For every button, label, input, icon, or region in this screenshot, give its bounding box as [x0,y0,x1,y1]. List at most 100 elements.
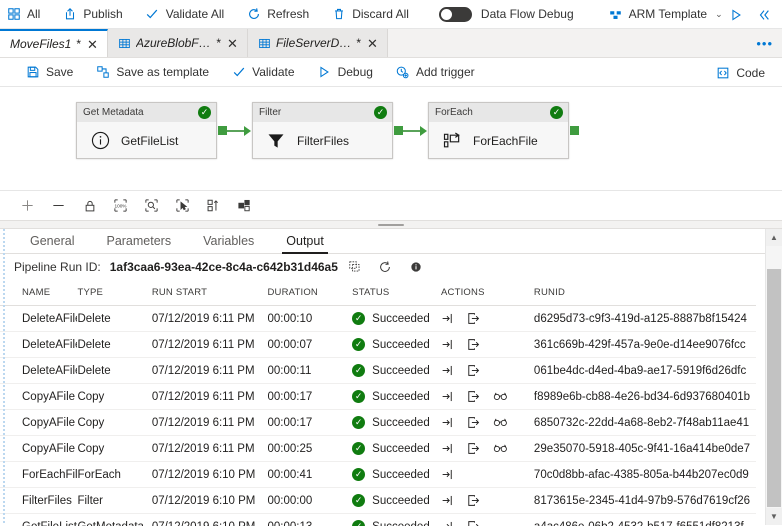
scroll-up-icon[interactable]: ▲ [766,229,782,246]
column-header-actions[interactable]: ACTIONS [440,279,534,306]
tab-movefiles1[interactable]: MoveFiles1 * ✕ [0,29,108,57]
input-icon[interactable] [441,468,454,481]
tab-close-icon[interactable]: ✕ [226,37,239,50]
copy-icon[interactable] [347,259,362,274]
save-as-template-button[interactable]: Save as template [84,58,220,87]
table-row[interactable]: DeleteAFile Delete 07/12/2019 6:11 PM 00:00… [0,305,756,332]
activity-status-check-icon: ✓ [198,106,211,119]
tab-general[interactable]: General [14,234,90,253]
output-icon[interactable] [467,364,480,377]
status-label: Succeeded [372,390,430,403]
check-icon [145,7,160,22]
scroll-down-icon[interactable]: ▼ [766,508,782,525]
svg-text:100%: 100% [115,203,127,208]
output-icon[interactable] [467,442,480,455]
select-all-icon[interactable] [167,193,198,219]
pipeline-canvas[interactable]: Get Metadata ✓ GetFileList Filter ✓ Filt… [0,87,782,190]
validate-all-button[interactable]: Validate All [134,0,235,29]
zoom-to-fit-icon[interactable] [136,193,167,219]
arm-template-button[interactable]: ARM Template ⌄ [597,0,734,29]
details-icon[interactable] [493,443,508,454]
column-header-duration[interactable]: DURATION [267,279,353,306]
status-label: Succeeded [372,364,430,377]
activity-node-filterfiles[interactable]: Filter ✓ FilterFiles [252,102,393,159]
data-flow-debug-toggle[interactable]: Data Flow Debug [428,6,585,22]
table-row[interactable]: ForEachFileForEach07/12/2019 6:10 PM00:0… [0,461,756,488]
refresh-icon[interactable] [378,259,393,274]
input-icon[interactable] [441,312,454,325]
table-row[interactable]: DeleteAFile Delete 07/12/2019 6:11 PM 00:00… [0,331,756,358]
activity-node-getfilelist[interactable]: Get Metadata ✓ GetFileList [76,102,217,159]
activity-name-label: GetFileList [121,133,179,148]
tab-azureblobfsd[interactable]: AzureBlobFSD... * ✕ [107,29,248,57]
input-icon[interactable] [441,494,454,507]
table-row[interactable]: CopyAFile Copy 07/12/2019 6:11 PM 00:00:17 ✓… [0,383,756,410]
table-row[interactable]: GetFileListGetMetadata07/12/2019 6:10 PM… [0,513,756,526]
debug-button[interactable]: Debug [306,58,384,87]
cell-actions [440,383,534,410]
cell-run_start: 07/12/2019 6:10 PM [151,461,268,488]
activity-node-foreachfile[interactable]: ForEach ✓ ForEachFile [428,102,569,159]
input-icon[interactable] [441,520,454,526]
dataset-icon [258,37,271,50]
zoom-in-icon[interactable] [12,193,43,219]
refresh-button[interactable]: Refresh [235,0,320,29]
input-icon[interactable] [441,442,454,455]
cell-runid: 8173615e-2345-41d4-97b9-576d7619cf26 [533,487,756,514]
output-icon[interactable] [467,390,480,403]
tab-variables[interactable]: Variables [187,234,270,253]
foreach-icon [441,130,463,152]
discard-all-button[interactable]: Discard All [320,0,420,29]
connector-handle[interactable] [218,126,227,135]
output-icon[interactable] [467,416,480,429]
scrollbar-thumb[interactable] [767,269,781,507]
column-header-name[interactable]: NAME [0,279,78,306]
output-icon[interactable] [467,338,480,351]
connector-handle[interactable] [394,126,403,135]
table-row[interactable]: FilterFiles Filter 07/12/2019 6:10 PM 00:00… [0,487,756,514]
input-icon[interactable] [441,364,454,377]
output-icon[interactable] [467,312,480,325]
code-button[interactable]: Code [704,58,776,87]
input-icon[interactable] [441,416,454,429]
column-header-type[interactable]: TYPE [77,279,152,306]
tab-fileserverdata[interactable]: FileServerData... * ✕ [247,29,388,57]
group-shapes-icon[interactable] [229,193,260,219]
output-icon[interactable] [467,520,480,526]
refresh-icon [246,7,261,22]
publish-button[interactable]: Publish [51,0,133,29]
table-row[interactable]: DeleteAFile Delete 07/12/2019 6:11 PM 00:00… [0,357,756,384]
input-icon[interactable] [441,338,454,351]
column-header-status[interactable]: STATUS [352,279,441,306]
tab-close-icon[interactable]: ✕ [366,37,379,50]
toggle-switch[interactable] [438,6,472,22]
details-icon[interactable] [493,417,508,428]
run-button[interactable] [722,0,750,29]
save-button[interactable]: Save [14,58,84,87]
tab-parameters[interactable]: Parameters [90,234,187,253]
activity-node-header: ForEach ✓ [429,103,568,122]
tab-output[interactable]: Output [270,234,340,254]
table-row[interactable]: CopyAFile Copy 07/12/2019 6:11 PM 00:00:17 ✓… [0,409,756,436]
tab-overflow-menu-button[interactable]: ••• [756,37,773,50]
tab-close-icon[interactable]: ✕ [86,38,99,51]
output-panel-scrollbar[interactable]: ▲ ▼ [765,229,782,525]
column-header-runid[interactable]: RUNID [533,279,756,306]
panel-splitter[interactable] [0,220,782,229]
table-row[interactable]: CopyAFile Copy 07/12/2019 6:11 PM 00:00:25 ✓… [0,435,756,462]
validate-button[interactable]: Validate [220,58,305,87]
input-icon[interactable] [441,390,454,403]
connector-handle[interactable] [570,126,579,135]
info-filled-icon[interactable] [409,259,424,274]
add-trigger-button[interactable]: Add trigger [384,58,486,87]
collapse-panel-button[interactable] [750,0,778,29]
output-icon[interactable] [467,494,480,507]
all-button[interactable]: All [2,0,51,29]
auto-align-icon[interactable] [198,193,229,219]
lock-icon[interactable] [74,193,105,219]
zoom-out-icon[interactable] [43,193,74,219]
details-icon[interactable] [493,391,508,402]
save-as-template-label: Save as template [116,65,210,79]
zoom-to-100-icon[interactable]: 100% [105,193,136,219]
column-header-runstart[interactable]: RUN START [151,279,268,306]
